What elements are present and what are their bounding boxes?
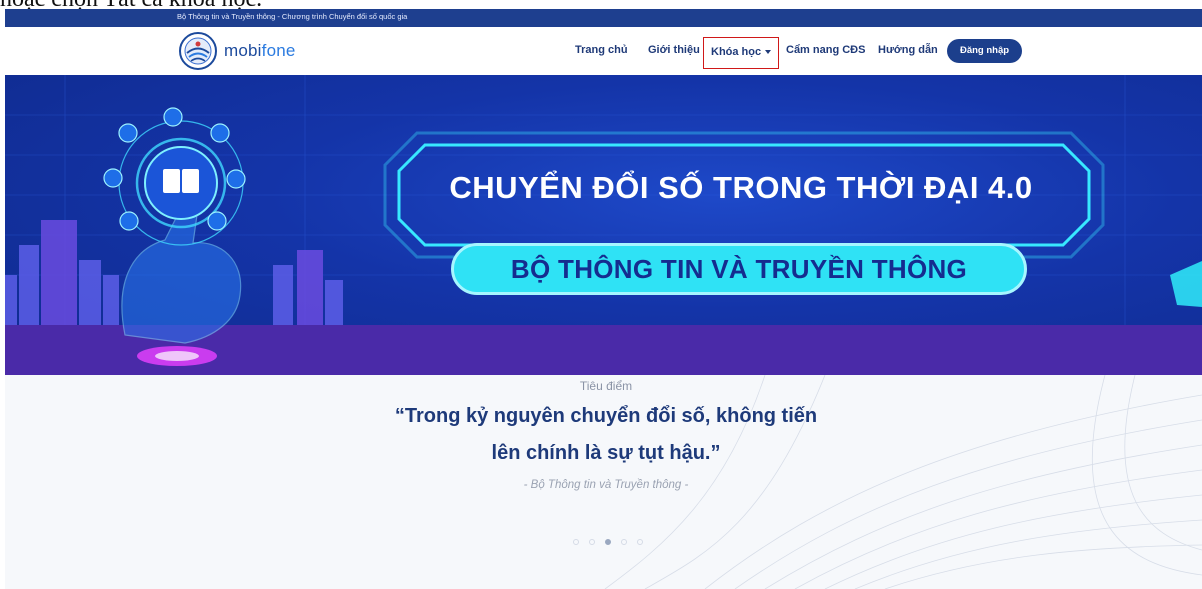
- nav-item-about-label: Giới thiệu: [648, 44, 700, 56]
- chevron-down-icon: [765, 50, 772, 55]
- spotlight-quote-line-1: “Trong kỷ nguyên chuyển đổi số, không ti…: [394, 405, 818, 427]
- carousel-dot[interactable]: [573, 539, 579, 545]
- nav-item-handbook[interactable]: Cẩm nang CĐS: [786, 44, 865, 56]
- clipboard-icon: [210, 123, 230, 143]
- spotlight-section: Tiêu điểm “Trong kỷ nguyên chuyển đổi số…: [5, 375, 1202, 589]
- top-info-bar: Bộ Thông tin và Truyền thông - Chương tr…: [5, 9, 1202, 27]
- chart-icon: [207, 211, 227, 231]
- carousel-dot-active[interactable]: [605, 539, 611, 545]
- top-info-text: Bộ Thông tin và Truyền thông - Chương tr…: [177, 12, 408, 21]
- nav-item-courses[interactable]: Khóa học: [703, 37, 780, 69]
- nav-item-home[interactable]: Trang chủ: [575, 44, 628, 56]
- nav-item-courses-label: Khóa học: [711, 46, 762, 58]
- spotlight-quote-line-2: lên chính là sự tụt hậu.”: [491, 442, 721, 464]
- headline-frame: CHUYỂN ĐỔI SỐ TRONG THỜI ĐẠI 4.0: [371, 135, 1111, 235]
- emblem-icon: [179, 32, 217, 70]
- carousel-dot[interactable]: [621, 539, 627, 545]
- carousel-dot[interactable]: [637, 539, 643, 545]
- settings-icon: [103, 168, 123, 188]
- login-button[interactable]: Đăng nhập: [947, 39, 1022, 63]
- banner-headline: CHUYỂN ĐỔI SỐ TRONG THỜI ĐẠI 4.0: [449, 170, 1033, 205]
- logo-brand-suffix: fone: [261, 41, 296, 60]
- site-logo[interactable]: mobifone: [178, 31, 296, 71]
- logo-brand-prefix: mobi: [224, 41, 262, 60]
- nav-item-guide-label: Hướng dẫn: [878, 44, 938, 56]
- spotlight-quote-author: - Bộ Thông tin và Truyền thông -: [523, 479, 689, 491]
- nav-item-about[interactable]: Giới thiệu: [648, 44, 700, 56]
- browser-page: Bộ Thông tin và Truyền thông - Chương tr…: [5, 9, 1202, 589]
- search-icon: [119, 211, 139, 231]
- carousel-dot[interactable]: [589, 539, 595, 545]
- spotlight-kicker: Tiêu điểm: [579, 379, 633, 393]
- nav-item-home-label: Trang chủ: [575, 44, 628, 56]
- banner-subline-pill: BỘ THÔNG TIN VÀ TRUYỀN THÔNG: [451, 243, 1027, 295]
- banner-subline: BỘ THÔNG TIN VÀ TRUYỀN THÔNG: [510, 254, 968, 284]
- video-icon: [226, 169, 246, 189]
- main-navbar: mobifone Trang chủ Giới thiệu Khóa học C…: [5, 27, 1202, 75]
- hero-banner[interactable]: CHUYỂN ĐỔI SỐ TRONG THỜI ĐẠI 4.0 BỘ THÔN…: [5, 75, 1202, 375]
- presentation-icon: [118, 123, 138, 143]
- nav-item-handbook-label: Cẩm nang CĐS: [786, 44, 866, 56]
- nav-item-guide[interactable]: Hướng dẫn: [878, 44, 938, 56]
- globe-icon: [163, 107, 183, 127]
- logo-wordmark: mobifone: [224, 41, 296, 61]
- carousel-dots: [573, 539, 643, 545]
